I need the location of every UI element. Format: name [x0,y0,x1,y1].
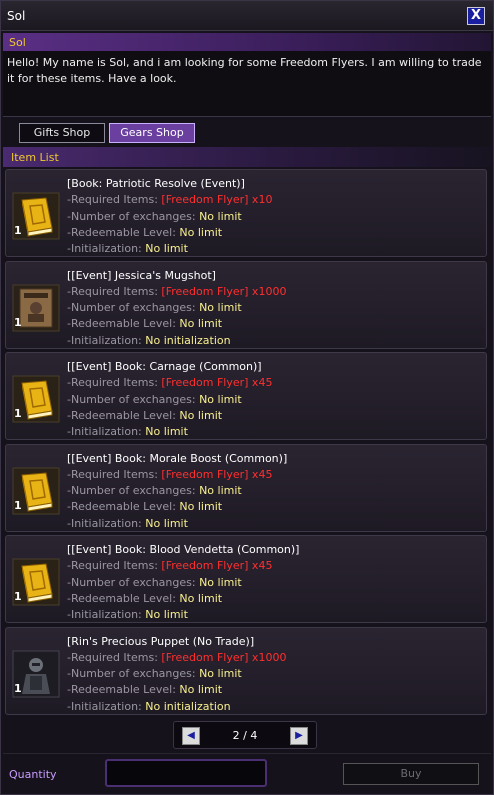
quantity-label: Quantity [9,768,57,781]
item-quantity: 1 [14,498,22,512]
list-item[interactable]: 1 [Rin's Precious Puppet (No Trade)] -Requ… [5,626,487,715]
list-item[interactable]: 1 [[Event] Book: Morale Boost (Common)] -R… [5,443,487,532]
npc-dialog: Hello! My name is Sol, and i am looking … [3,51,491,117]
exchanges-label: -Number of exchanges: [67,484,196,498]
initialization-label: -Initialization: [67,425,142,439]
list-item[interactable]: 1 [[Event] Book: Blood Vendetta (Common)]… [5,535,487,623]
item-quantity: 1 [14,407,22,420]
required-items-label: -Required Items: [67,650,158,664]
item-details: [[Event] Book: Carnage (Common)] -Require… [67,359,477,440]
required-items-value: [Freedom Flyer] x45 [161,559,273,573]
initialization-value: No initialization [145,333,231,347]
redeemable-level-value: No limit [179,683,223,697]
window-title: Sol [7,9,26,23]
exchanges-label: -Number of exchanges: [67,301,196,315]
item-details: [[Event] Jessica's Mugshot] -Required Ite… [67,268,477,349]
npc-name-bar: Sol [3,33,491,51]
redeemable-level-label: -Redeemable Level: [67,683,176,697]
redeemable-level-value: No limit [179,591,223,605]
initialization-label: -Initialization: [67,242,142,256]
redeemable-level-label: -Redeemable Level: [67,317,176,331]
exchanges-value: No limit [199,575,242,589]
initialization-label: -Initialization: [67,516,142,530]
initialization-label: -Initialization: [67,699,142,713]
exchanges-value: No limit [199,301,242,315]
item-name: [[Event] Jessica's Mugshot] [67,268,216,282]
item-details: [[Event] Book: Blood Vendetta (Common)] -… [67,542,477,623]
shop-window: Sol X Sol Hello! My name is Sol, and i a… [0,0,494,795]
required-items-label: -Required Items: [67,193,158,207]
arrow-right-icon[interactable]: ▶ [290,727,308,745]
exchanges-label: -Number of exchanges: [67,667,196,681]
exchanges-value: No limit [199,209,242,223]
footer-divider [3,753,491,754]
required-items-value: [Freedom Flyer] x1000 [161,650,287,664]
required-items-label: -Required Items: [67,467,158,481]
item-name: [Rin's Precious Puppet (No Trade)] [67,634,255,648]
required-items-label: -Required Items: [67,284,158,298]
initialization-value: No limit [145,242,188,256]
close-button[interactable]: X [467,7,485,25]
redeemable-level-label: -Redeemable Level: [67,225,176,239]
redeemable-level-label: -Redeemable Level: [67,408,176,422]
required-items-value: [Freedom Flyer] x45 [161,467,273,481]
initialization-value: No limit [145,425,188,439]
item-name: [Book: Patriotic Resolve (Event)] [67,177,245,190]
redeemable-level-value: No limit [179,500,223,514]
initialization-label: -Initialization: [67,608,142,622]
item-quantity: 1 [14,224,22,237]
item-details: [Book: Patriotic Resolve (Event)] -Requir… [67,176,477,257]
required-items-value: [Freedom Flyer] x10 [161,193,273,207]
exchanges-label: -Number of exchanges: [67,209,196,223]
pager: ◀ 2 / 4 ▶ [173,721,317,749]
exchanges-value: No limit [199,392,242,406]
item-list-header: Item List [3,147,491,167]
exchanges-value: No limit [199,484,242,498]
redeemable-level-value: No limit [179,408,223,422]
required-items-label: -Required Items: [67,559,158,573]
list-item[interactable]: 1 [Book: Patriotic Resolve (Event)] -Requi… [5,169,487,257]
redeemable-level-value: No limit [179,317,223,331]
quantity-input[interactable] [105,759,267,787]
item-quantity: 1 [14,681,22,695]
exchanges-label: -Number of exchanges: [67,392,196,406]
initialization-value: No limit [145,516,188,530]
exchanges-value: No limit [199,667,242,681]
npc-name: Sol [9,36,26,49]
item-list-title: Item List [11,151,59,164]
tab-gears-shop[interactable]: Gears Shop [109,123,195,143]
item-name: [[Event] Book: Blood Vendetta (Common)] [67,543,300,556]
required-items-value: [Freedom Flyer] x45 [161,376,273,390]
initialization-value: No initialization [145,699,231,713]
required-items-value: [Freedom Flyer] x1000 [161,284,287,298]
item-name: [[Event] Book: Carnage (Common)] [67,360,262,373]
initialization-value: No limit [145,608,188,622]
item-quantity: 1 [14,315,22,329]
item-details: [Rin's Precious Puppet (No Trade)] -Requi… [67,634,477,715]
redeemable-level-label: -Redeemable Level: [67,591,176,605]
tab-gifts-shop[interactable]: Gifts Shop [19,123,105,143]
item-name: [[Event] Book: Morale Boost (Common)] [67,451,288,465]
item-quantity: 1 [14,590,22,603]
list-item[interactable]: 1 [[Event] Book: Carnage (Common)] -Requir… [5,352,487,440]
redeemable-level-value: No limit [179,225,223,239]
title-bar[interactable]: Sol X [1,1,493,31]
exchanges-label: -Number of exchanges: [67,575,196,589]
list-item[interactable]: 1 [[Event] Jessica's Mugshot] -Required It… [5,260,487,349]
initialization-label: -Initialization: [67,333,142,347]
buy-button[interactable]: Buy [343,763,479,785]
required-items-label: -Required Items: [67,376,158,390]
item-details: [[Event] Book: Morale Boost (Common)] -Re… [67,451,477,532]
redeemable-level-label: -Redeemable Level: [67,500,176,514]
